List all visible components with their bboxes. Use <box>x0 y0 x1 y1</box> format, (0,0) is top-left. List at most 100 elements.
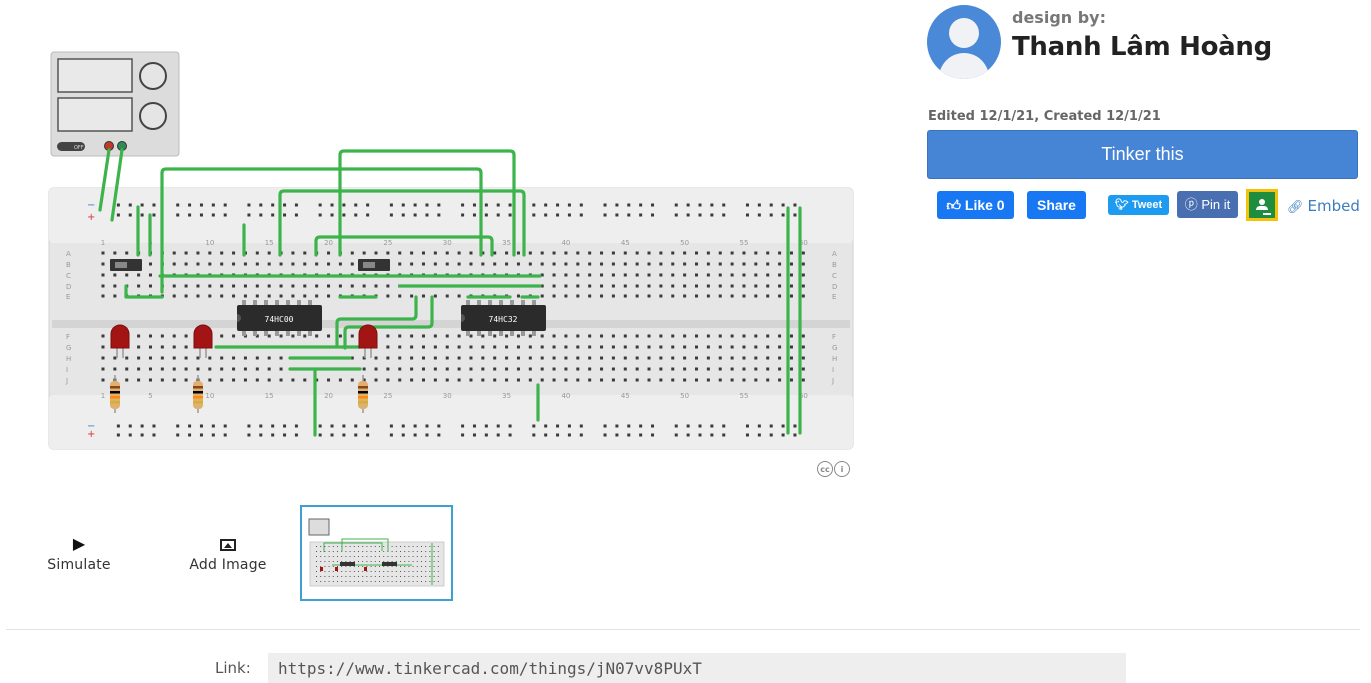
row-letter: C <box>832 272 837 280</box>
rail-hole <box>152 213 156 217</box>
facebook-share-button[interactable]: Share <box>1027 191 1086 219</box>
rail-hole <box>603 433 607 437</box>
rail-hole <box>674 433 678 437</box>
hole <box>410 334 414 338</box>
hole <box>386 378 390 382</box>
hole <box>706 294 710 298</box>
simulate-button[interactable]: ▶ Simulate <box>44 535 114 574</box>
rail-hole <box>472 433 476 437</box>
hole <box>600 345 604 349</box>
hole <box>789 356 793 360</box>
hole <box>243 367 247 371</box>
thumb-hole <box>341 571 343 572</box>
hole <box>137 334 141 338</box>
rail-hole <box>710 433 714 437</box>
row-letter: H <box>66 355 71 363</box>
embed-link[interactable]: 🔗︎ Embed <box>1287 197 1360 215</box>
thumb-hole <box>332 576 334 577</box>
hole <box>600 356 604 360</box>
rail-hole <box>556 203 560 207</box>
voltage-knob <box>139 62 167 90</box>
rail-hole <box>472 203 476 207</box>
hole <box>160 345 164 349</box>
hole <box>623 284 627 288</box>
pin-it-button[interactable]: ⓟ Pin it <box>1177 191 1238 218</box>
hole <box>457 356 461 360</box>
hole <box>588 356 592 360</box>
thumb-hole <box>429 561 431 562</box>
thumb-hole <box>425 556 427 557</box>
avatar[interactable] <box>927 5 1001 79</box>
row-letter: G <box>66 344 71 352</box>
add-image-button[interactable]: Add Image <box>186 535 270 573</box>
divider <box>6 629 1360 630</box>
hole <box>481 334 485 338</box>
thumb-hole <box>395 551 397 552</box>
rail-hole <box>413 203 417 207</box>
thumb-hole <box>366 546 368 547</box>
thumb-hole <box>341 566 343 567</box>
rail-hole <box>603 203 607 207</box>
google-classroom-button[interactable] <box>1246 189 1278 221</box>
hole <box>433 262 437 266</box>
hole <box>208 262 212 266</box>
link-field[interactable] <box>268 653 1126 683</box>
hole <box>540 251 544 255</box>
hole <box>101 378 105 382</box>
hole <box>267 284 271 288</box>
thumb-hole <box>324 556 326 557</box>
hole <box>327 284 331 288</box>
thumb-hole <box>433 576 435 577</box>
rail-hole <box>686 424 690 428</box>
hole <box>327 378 331 382</box>
hole <box>754 262 758 266</box>
circuit-canvas[interactable]: 1 1 5 5 10 10 15 15 20 20 25 25 30 30 35 35 40 40 45 45 50 50… <box>40 45 870 465</box>
rail-hole <box>116 424 120 428</box>
thumb-hole <box>337 566 338 567</box>
rail-hole <box>247 213 251 217</box>
hole <box>671 294 675 298</box>
thumb-hole <box>341 551 343 552</box>
column-number: 25 <box>383 392 392 400</box>
hole <box>754 345 758 349</box>
hole <box>101 262 105 266</box>
author-name[interactable]: Thanh Lâm Hoàng <box>1012 32 1272 62</box>
rail-hole <box>781 433 785 437</box>
hole <box>623 356 627 360</box>
row-letter: J <box>65 377 68 385</box>
rail-hole <box>223 203 227 207</box>
hole <box>718 294 722 298</box>
hole <box>255 262 259 266</box>
thumb-hole <box>328 576 330 577</box>
hole <box>421 378 425 382</box>
rail-hole <box>532 433 536 437</box>
tinker-this-button[interactable]: Tinker this <box>927 130 1358 179</box>
resistor-band <box>193 391 203 394</box>
rail-hole <box>769 433 773 437</box>
thumb-hole <box>395 571 397 572</box>
hole <box>742 284 746 288</box>
thumb-hole <box>316 551 317 552</box>
voltage-display <box>57 58 133 93</box>
tweet-button[interactable]: 🐦︎ Tweet <box>1108 195 1169 215</box>
hole <box>505 334 509 338</box>
hole <box>611 356 615 360</box>
rail-hole <box>389 213 393 217</box>
thumb-hole <box>328 561 330 562</box>
hole <box>516 251 520 255</box>
thumb-hole <box>337 556 338 557</box>
hole <box>148 367 152 371</box>
thumb-hole <box>412 576 414 577</box>
column-number: 25 <box>383 239 392 247</box>
hole <box>528 251 532 255</box>
hole <box>516 334 520 338</box>
hole <box>267 367 271 371</box>
thumb-hole <box>316 561 317 562</box>
hole <box>386 294 390 298</box>
hole <box>706 262 710 266</box>
facebook-like-button[interactable]: 👍︎ Like 0 <box>937 191 1014 219</box>
design-thumbnail[interactable] <box>300 505 453 601</box>
hole <box>137 345 141 349</box>
column-number: 40 <box>561 392 570 400</box>
hole <box>350 262 354 266</box>
